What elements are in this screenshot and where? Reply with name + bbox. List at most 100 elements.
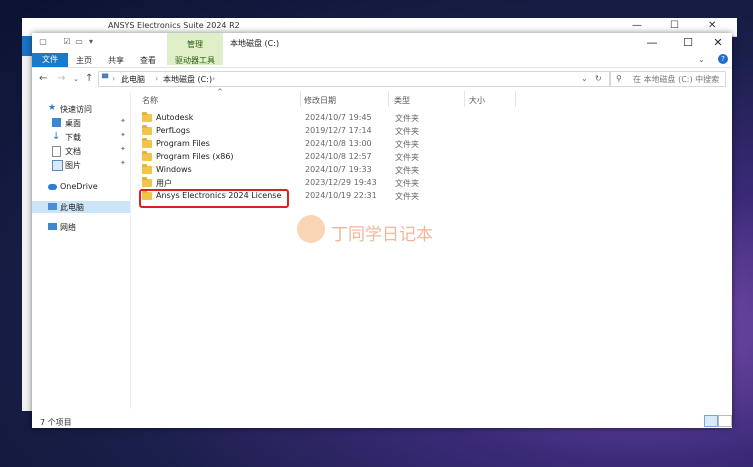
file-name: Program Files (x86) <box>156 152 234 161</box>
list-item[interactable]: Autodesk 2024/10/7 19:45 文件夹 <box>138 112 498 125</box>
maximize-icon[interactable]: ☐ <box>680 36 696 49</box>
dog-logo-icon <box>297 215 325 243</box>
navigation-pane: ★ 快速访问 桌面 ✦ ↓ 下载 ✦ 文档 ✦ 图片 ✦ OneDrive 此电… <box>32 91 131 409</box>
minimize-icon[interactable]: — <box>644 36 660 49</box>
large-icons-view-icon[interactable] <box>718 415 732 427</box>
tab-home[interactable]: 主页 <box>76 55 92 66</box>
details-view-icon[interactable] <box>704 415 718 427</box>
list-item[interactable]: PerfLogs 2019/12/7 17:14 文件夹 <box>138 125 498 138</box>
expand-ribbon-icon[interactable]: ⌄ <box>698 55 705 64</box>
column-header-type[interactable]: 类型 <box>394 95 410 106</box>
forward-icon[interactable]: → <box>57 73 65 84</box>
tab-file[interactable]: 文件 <box>32 53 68 67</box>
network-icon <box>48 223 57 230</box>
address-dropdown-icon[interactable]: ⌄ <box>581 74 588 83</box>
file-explorer-window: ▢ ☑ ▭ ▾ 管理 本地磁盘 (C:) — ☐ ✕ 文件 主页 共享 查看 驱… <box>32 33 732 428</box>
column-headers: 名称 ^ 修改日期 类型 大小 <box>132 88 732 107</box>
back-icon[interactable]: ← <box>39 73 47 84</box>
highlight-box <box>139 189 289 208</box>
sidebar-item-documents[interactable]: 文档 ✦ <box>32 145 130 157</box>
sidebar-item-label: OneDrive <box>60 182 98 191</box>
pictures-icon <box>52 160 63 171</box>
sidebar-item-desktop[interactable]: 桌面 ✦ <box>32 117 130 129</box>
list-item[interactable]: Windows 2024/10/7 19:33 文件夹 <box>138 164 498 177</box>
column-header-name[interactable]: 名称 <box>142 95 158 106</box>
address-row: ← → ⌄ ↑ ▀ › 此电脑 › 本地磁盘 (C:) › ⌄ ↻ ⚲ 在 本地… <box>32 69 732 89</box>
document-icon <box>52 146 61 157</box>
maximize-icon[interactable]: ☐ <box>670 20 679 31</box>
quick-access-toolbar-icon[interactable]: ▢ <box>38 37 48 47</box>
file-type: 文件夹 <box>395 153 419 162</box>
sidebar-item-quick-access[interactable]: ★ 快速访问 <box>32 103 130 115</box>
status-item-count: 7 个项目 <box>40 418 72 427</box>
window-title: 本地磁盘 (C:) <box>230 39 280 48</box>
folder-icon <box>142 112 152 122</box>
watermark: 丁同学日记本 <box>297 215 467 245</box>
pin-icon: ✦ <box>120 131 126 139</box>
up-icon[interactable]: ↑ <box>85 73 93 84</box>
sidebar-item-this-pc[interactable]: 此电脑 <box>32 201 130 213</box>
address-bar[interactable]: ▀ › 此电脑 › 本地磁盘 (C:) › ⌄ ↻ <box>98 71 610 87</box>
sidebar-item-label: 文档 <box>65 147 81 156</box>
file-date: 2024/10/19 22:31 <box>305 191 377 200</box>
column-divider[interactable] <box>464 91 465 107</box>
sort-ascending-icon: ^ <box>217 88 223 96</box>
sidebar-item-label: 此电脑 <box>60 203 84 212</box>
column-header-size[interactable]: 大小 <box>469 95 485 106</box>
watermark-text: 丁同学日记本 <box>331 225 433 245</box>
close-icon[interactable]: ✕ <box>708 20 716 31</box>
search-icon: ⚲ <box>616 74 622 83</box>
cloud-icon <box>48 184 57 190</box>
breadcrumb-c-drive[interactable]: 本地磁盘 (C:) <box>163 74 212 85</box>
list-item[interactable]: Program Files (x86) 2024/10/8 12:57 文件夹 <box>138 151 498 164</box>
column-divider[interactable] <box>388 91 389 107</box>
download-icon: ↓ <box>52 131 61 142</box>
help-icon[interactable]: ? <box>718 54 728 64</box>
title-bar: ▢ ☑ ▭ ▾ 管理 本地磁盘 (C:) — ☐ ✕ <box>32 33 732 65</box>
desktop-icon <box>52 118 61 127</box>
minimize-icon[interactable]: — <box>632 20 642 31</box>
file-date: 2023/12/29 19:43 <box>305 178 377 187</box>
refresh-icon[interactable]: ↻ <box>595 74 602 83</box>
column-divider[interactable] <box>515 91 516 107</box>
pin-icon: ✦ <box>120 117 126 125</box>
breadcrumb-this-pc[interactable]: 此电脑 <box>121 74 145 85</box>
sidebar-item-pictures[interactable]: 图片 ✦ <box>32 159 130 171</box>
chevron-right-icon: › <box>155 74 159 83</box>
sidebar-item-label: 下载 <box>65 133 81 142</box>
folder-icon <box>142 177 152 187</box>
tab-view[interactable]: 查看 <box>140 55 156 66</box>
sidebar-item-label: 快速访问 <box>60 105 92 114</box>
file-type: 文件夹 <box>395 166 419 175</box>
recent-locations-icon[interactable]: ⌄ <box>73 75 79 83</box>
sidebar-item-label: 网络 <box>60 223 76 232</box>
ribbon-tabs: 文件 主页 共享 查看 驱动器工具 ⌄ ? <box>32 53 732 68</box>
new-folder-icon[interactable]: ▭ <box>74 37 84 47</box>
folder-icon <box>142 164 152 174</box>
properties-icon[interactable]: ☑ <box>62 37 72 47</box>
column-divider[interactable] <box>300 91 301 107</box>
file-date: 2024/10/8 13:00 <box>305 139 372 148</box>
star-icon: ★ <box>48 103 57 113</box>
file-name: Autodesk <box>156 113 194 122</box>
sidebar-item-onedrive[interactable]: OneDrive <box>32 181 130 193</box>
search-placeholder: 在 本地磁盘 (C:) 中搜索 <box>633 75 720 84</box>
list-item[interactable]: Program Files 2024/10/8 13:00 文件夹 <box>138 138 498 151</box>
tab-drive-tools[interactable]: 驱动器工具 <box>175 55 215 66</box>
file-type: 文件夹 <box>395 192 419 201</box>
computer-icon <box>48 203 57 210</box>
sidebar-item-downloads[interactable]: ↓ 下载 ✦ <box>32 131 130 143</box>
file-type: 文件夹 <box>395 179 419 188</box>
file-date: 2024/10/7 19:45 <box>305 113 372 122</box>
search-box[interactable]: ⚲ 在 本地磁盘 (C:) 中搜索 <box>610 71 726 87</box>
sidebar-item-label: 桌面 <box>65 119 81 128</box>
file-name: Program Files <box>156 139 210 148</box>
folder-icon <box>142 138 152 148</box>
file-type: 文件夹 <box>395 127 419 136</box>
column-header-date[interactable]: 修改日期 <box>304 95 336 106</box>
tab-share[interactable]: 共享 <box>108 55 124 66</box>
sidebar-item-label: 图片 <box>65 161 81 170</box>
customize-toolbar-icon[interactable]: ▾ <box>86 37 96 47</box>
close-icon[interactable]: ✕ <box>710 36 726 49</box>
sidebar-item-network[interactable]: 网络 <box>32 221 130 233</box>
